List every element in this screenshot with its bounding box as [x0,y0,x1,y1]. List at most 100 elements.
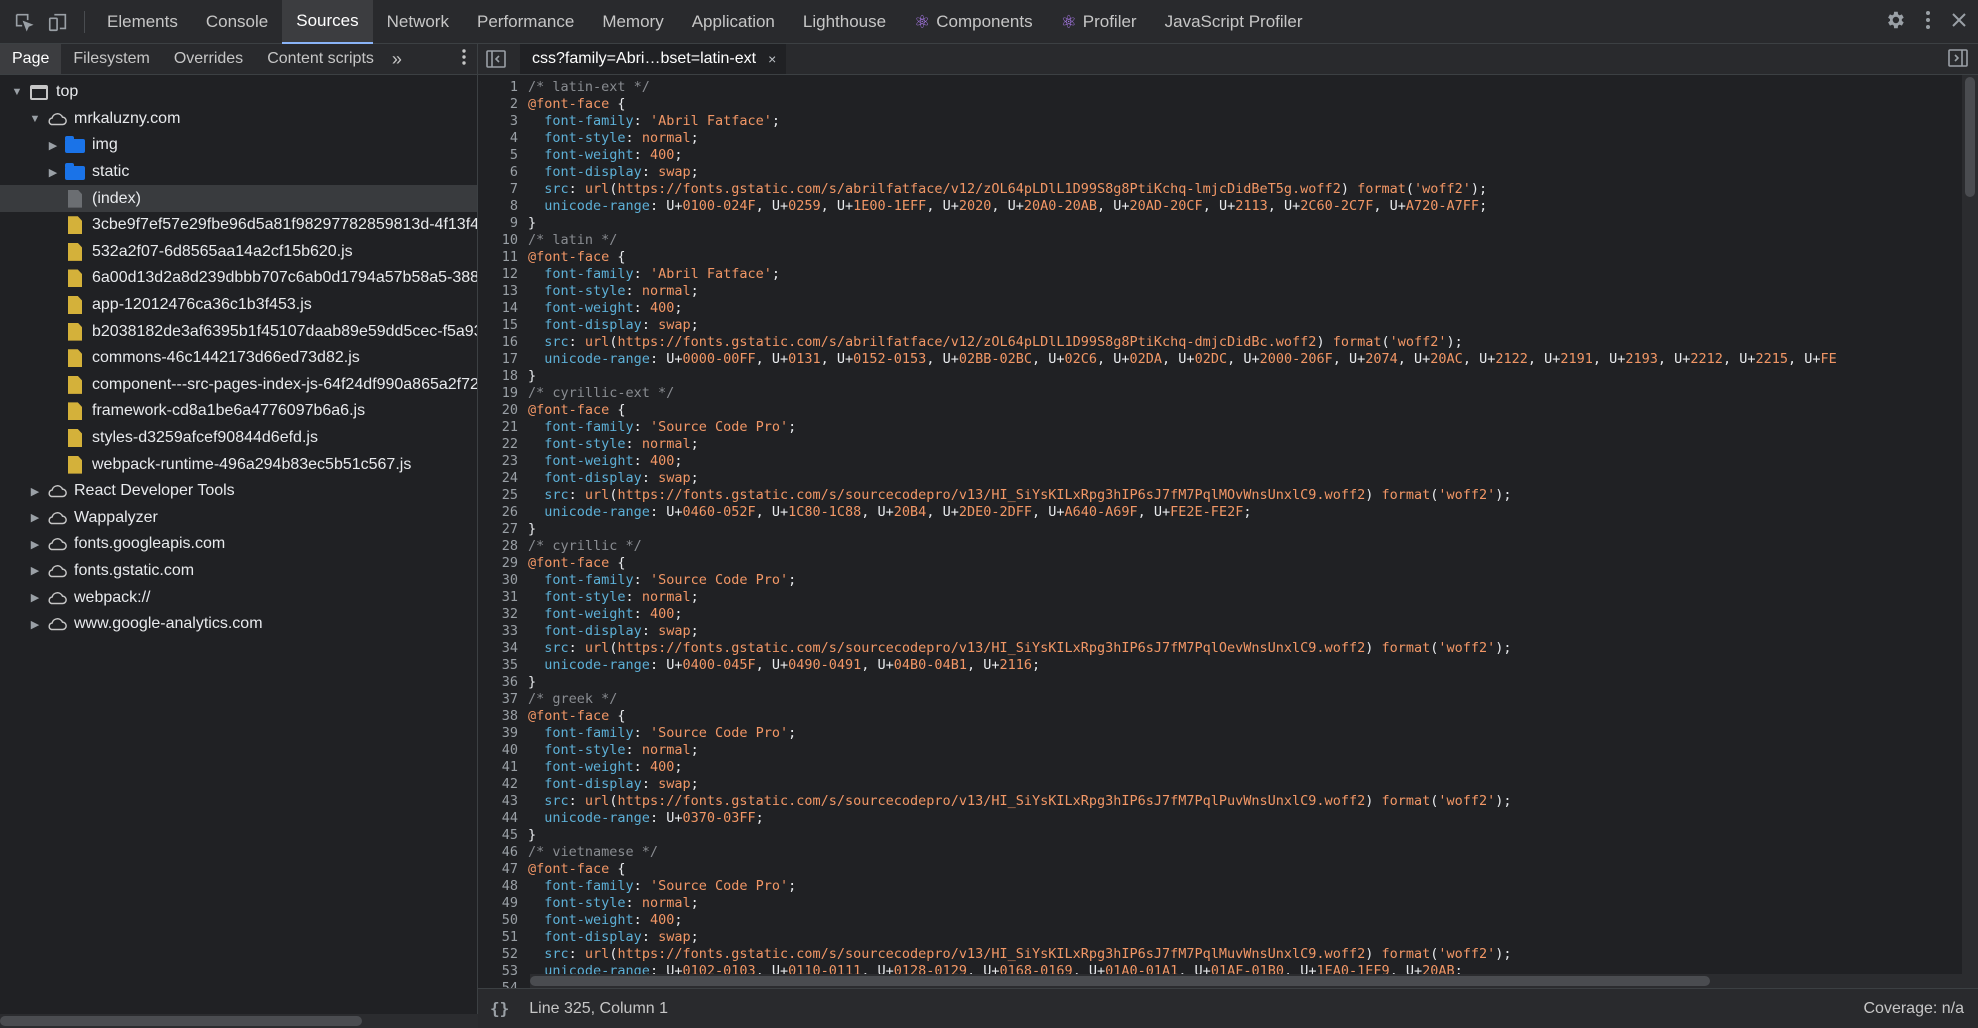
line-number[interactable]: 52 [478,946,528,963]
tab-console[interactable]: Console [192,0,282,44]
editor-vertical-scrollbar[interactable] [1962,75,1978,988]
line-number[interactable]: 5 [478,147,528,164]
line-number[interactable]: 25 [478,487,528,504]
tree-item-top[interactable]: ▼ top [0,79,477,106]
line-number[interactable]: 7 [478,181,528,198]
expand-arrow-right-icon[interactable]: ▶ [28,618,42,631]
line-number[interactable]: 11 [478,249,528,266]
line-number[interactable]: 8 [478,198,528,215]
line-number[interactable]: 20 [478,402,528,419]
expand-arrow-right-icon[interactable]: ▶ [46,139,60,152]
line-number[interactable]: 15 [478,317,528,334]
line-number[interactable]: 24 [478,470,528,487]
tab-sources[interactable]: Sources [282,0,373,44]
line-number[interactable]: 4 [478,130,528,147]
line-number[interactable]: 38 [478,708,528,725]
line-number[interactable]: 43 [478,793,528,810]
line-number[interactable]: 22 [478,436,528,453]
line-number[interactable]: 13 [478,283,528,300]
tab-elements[interactable]: Elements [93,0,192,44]
line-number[interactable]: 29 [478,555,528,572]
tree-item-wappalyzer[interactable]: ▶ Wappalyzer [0,505,477,532]
line-number[interactable]: 6 [478,164,528,181]
line-number[interactable]: 51 [478,929,528,946]
line-number[interactable]: 41 [478,759,528,776]
expand-arrow-right-icon[interactable]: ▶ [28,485,42,498]
tree-item-index[interactable]: ▶(index) [0,185,477,212]
expand-arrow-right-icon[interactable]: ▶ [28,538,42,551]
more-tabs-chevron-icon[interactable]: » [386,49,408,70]
line-number[interactable]: 18 [478,368,528,385]
line-number[interactable]: 47 [478,861,528,878]
line-number[interactable]: 49 [478,895,528,912]
tree-item-img[interactable]: ▶ img [0,132,477,159]
tab-application[interactable]: Application [678,0,789,44]
tree-item-3cbe9f7ef57e29fbe96d5a81f98297782859813d[interactable]: ▶3cbe9f7ef57e29fbe96d5a81f98297782859813… [0,212,477,239]
expand-arrow-right-icon[interactable]: ▶ [28,511,42,524]
line-number[interactable]: 2 [478,96,528,113]
tree-item-commons-46c1442173d66ed73d82-js[interactable]: ▶commons-46c1442173d66ed73d82.js [0,345,477,372]
editor-horizontal-scrollbar[interactable] [530,974,1962,988]
inspect-element-icon[interactable] [12,10,36,34]
line-number[interactable]: 12 [478,266,528,283]
toggle-debugger-icon[interactable] [1948,49,1968,72]
tree-item-532a2f07-6d8565aa14a2cf15b620-js[interactable]: ▶532a2f07-6d8565aa14a2cf15b620.js [0,239,477,266]
tab-components[interactable]: ⚛ Components [900,0,1047,44]
line-number[interactable]: 19 [478,385,528,402]
close-tab-icon[interactable]: × [768,44,776,74]
line-number[interactable]: 39 [478,725,528,742]
line-number[interactable]: 3 [478,113,528,130]
line-number[interactable]: 16 [478,334,528,351]
line-number[interactable]: 10 [478,232,528,249]
tree-item-component-src-pages-index-js-64f24df990a[interactable]: ▶component---src-pages-index-js-64f24df9… [0,372,477,399]
tree-item-b2038182de3af6395b1f45107daab89e59dd5cec[interactable]: ▶b2038182de3af6395b1f45107daab89e59dd5ce… [0,318,477,345]
line-number[interactable]: 27 [478,521,528,538]
tab-lighthouse[interactable]: Lighthouse [789,0,900,44]
line-number[interactable]: 37 [478,691,528,708]
tab-overrides[interactable]: Overrides [162,44,255,74]
line-number[interactable]: 40 [478,742,528,759]
line-number[interactable]: 31 [478,589,528,606]
scrollbar-thumb[interactable] [1965,77,1975,197]
expand-arrow-down-icon[interactable]: ▼ [28,113,42,125]
line-number[interactable]: 45 [478,827,528,844]
navigator-horizontal-scrollbar[interactable] [0,1014,478,1028]
device-toolbar-icon[interactable] [46,10,70,34]
tab-network[interactable]: Network [373,0,463,44]
line-number[interactable]: 32 [478,606,528,623]
pretty-print-button[interactable]: {} [490,999,509,1018]
expand-arrow-right-icon[interactable]: ▶ [28,564,42,577]
line-number[interactable]: 36 [478,674,528,691]
expand-arrow-right-icon[interactable]: ▶ [28,591,42,604]
line-number[interactable]: 30 [478,572,528,589]
line-number[interactable]: 14 [478,300,528,317]
tree-item-6a00d13d2a8d239dbbb707c6ab0d1794a57b58a5[interactable]: ▶6a00d13d2a8d239dbbb707c6ab0d1794a57b58a… [0,265,477,292]
line-number[interactable]: 21 [478,419,528,436]
tab-filesystem[interactable]: Filesystem [61,44,161,74]
navigator-menu-icon[interactable] [461,48,467,71]
tab-profiler[interactable]: ⚛ Profiler [1047,0,1151,44]
line-number[interactable]: 44 [478,810,528,827]
tree-item-webpack-runtime-496a294b83ec5b51c567-js[interactable]: ▶webpack-runtime-496a294b83ec5b51c567.js [0,451,477,478]
tree-item-styles-d3259afcef90844d6efd-js[interactable]: ▶styles-d3259afcef90844d6efd.js [0,425,477,452]
close-devtools-icon[interactable] [1950,11,1968,34]
tab-content-scripts[interactable]: Content scripts [255,44,386,74]
line-number[interactable]: 1 [478,79,528,96]
expand-arrow-down-icon[interactable]: ▼ [10,86,24,98]
line-number[interactable]: 46 [478,844,528,861]
line-number[interactable]: 34 [478,640,528,657]
line-number[interactable]: 9 [478,215,528,232]
open-file-tab[interactable]: css?family=Abri…bset=latin-ext × [520,44,787,74]
tree-item-mrkaluzny-com[interactable]: ▼ mrkaluzny.com [0,106,477,133]
tree-item-static[interactable]: ▶ static [0,159,477,186]
tab-memory[interactable]: Memory [588,0,677,44]
settings-gear-icon[interactable] [1884,9,1906,36]
line-number[interactable]: 54 [478,980,528,988]
more-options-icon[interactable] [1924,9,1932,36]
tree-item-fonts-googleapis-com[interactable]: ▶ fonts.googleapis.com [0,531,477,558]
tab-javascript-profiler[interactable]: JavaScript Profiler [1151,0,1317,44]
code-area[interactable]: 1/* latin-ext */2 @font-face {3 font-fami… [478,75,1978,988]
line-number[interactable]: 23 [478,453,528,470]
line-number[interactable]: 42 [478,776,528,793]
line-number[interactable]: 33 [478,623,528,640]
